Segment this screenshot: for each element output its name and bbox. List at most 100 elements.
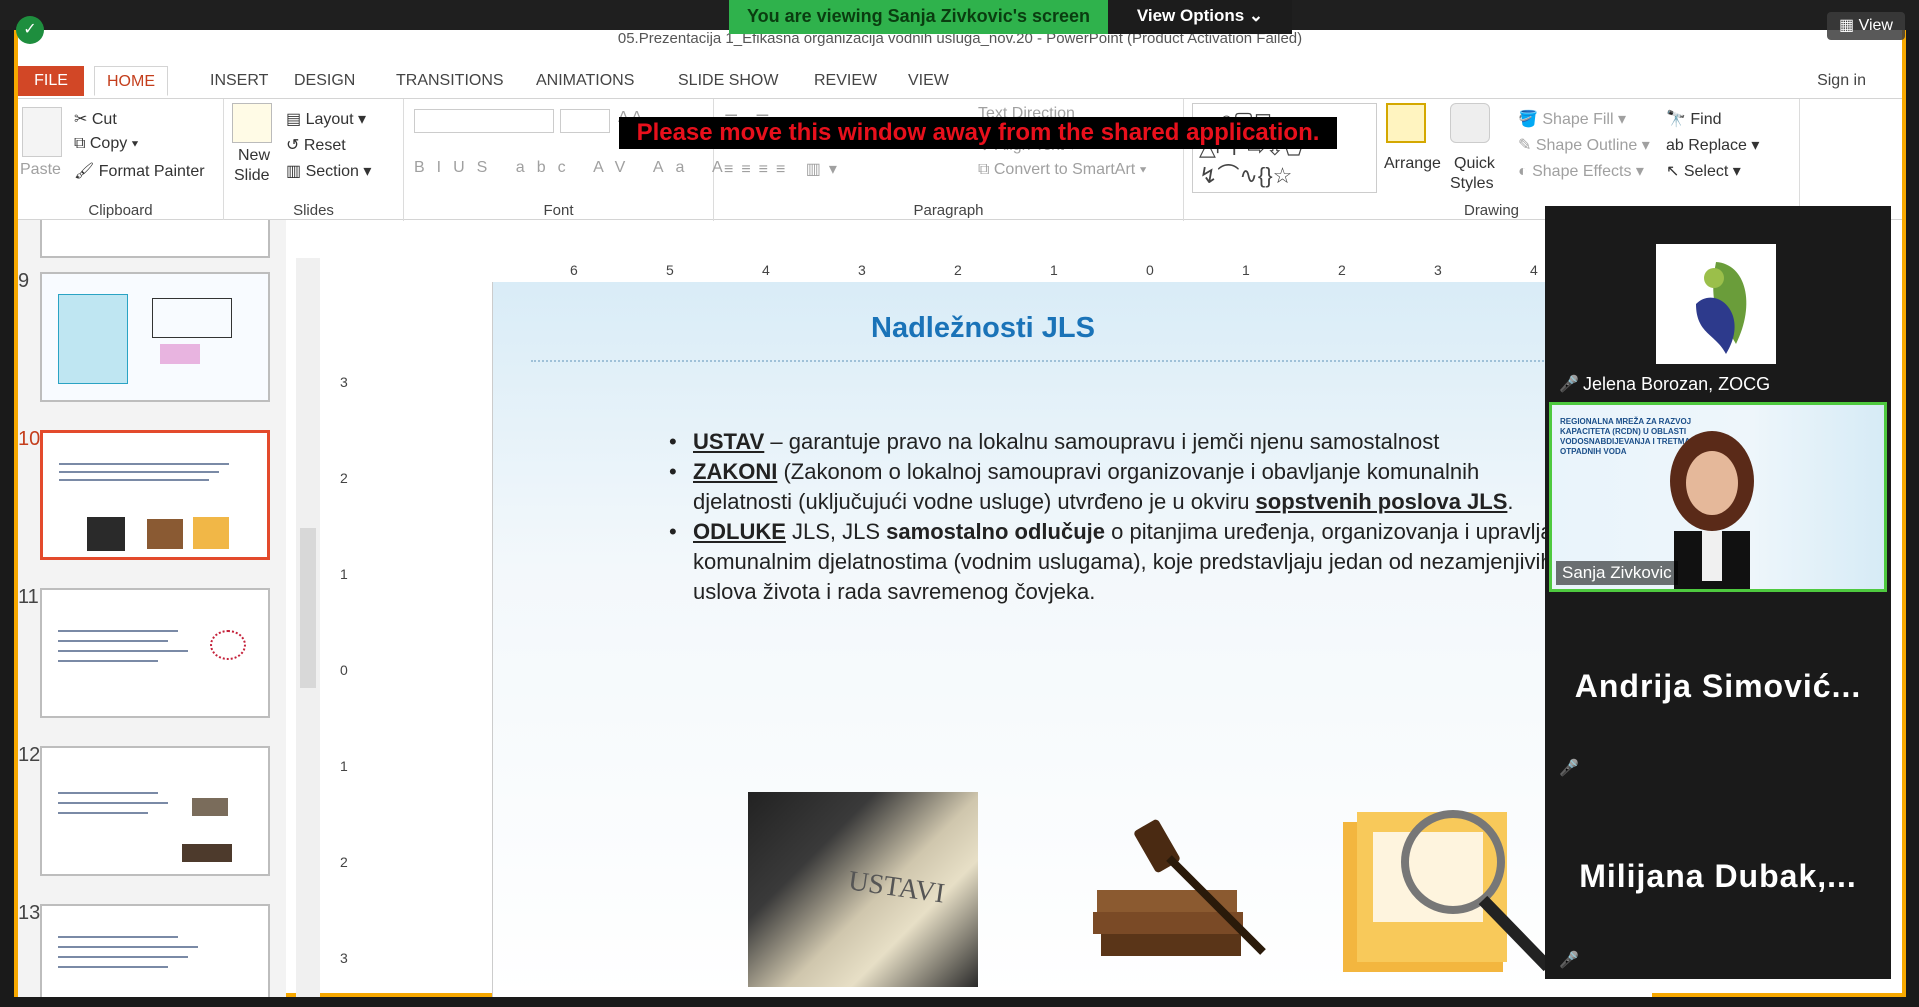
scissors-icon: ✂ <box>74 111 92 128</box>
scrollbar-thumb[interactable] <box>300 528 316 688</box>
cut-button[interactable]: ✂ Cut <box>74 109 117 129</box>
slide-thumbnail[interactable] <box>40 746 270 876</box>
reset-button[interactable]: ↺ Reset <box>286 135 346 155</box>
slide-thumbnail[interactable] <box>40 904 270 997</box>
participant-name: Jelena Borozan, ZOCG <box>1583 374 1771 394</box>
shape-outline-button[interactable]: ✎ Shape Outline ▾ <box>1518 135 1650 155</box>
horizontal-ruler: 6 5 4 3 2 1 0 1 2 3 4 <box>498 262 1588 282</box>
bullet-key: ODLUKE <box>693 519 786 544</box>
slide-canvas[interactable]: Nadležnosti JLS USTAV – garantuje pravo … <box>492 282 1652 997</box>
shape-effects-label: Shape Effects <box>1532 163 1632 180</box>
zocg-logo <box>1656 244 1776 364</box>
view-button[interactable]: ▦ View <box>1827 12 1905 40</box>
ruler-tick-label: 1 <box>340 566 348 582</box>
convert-smartart-label: Convert to SmartArt <box>993 161 1136 178</box>
paste-icon[interactable] <box>22 107 62 157</box>
shape-effects-button[interactable]: ◐ Shape Effects ▾ <box>1518 161 1644 181</box>
slide-thumbnail[interactable] <box>40 588 270 718</box>
ruler-tick-label: 6 <box>570 262 578 278</box>
quick-styles-label-1[interactable]: Quick <box>1454 155 1495 173</box>
section-label: Section <box>305 163 359 180</box>
new-slide-icon[interactable] <box>232 103 272 143</box>
select-button[interactable]: ↖ Select ▾ <box>1666 161 1741 181</box>
constitution-book-image: USTAVI <box>748 792 978 987</box>
paste-label[interactable]: Paste <box>20 161 61 179</box>
bullet-key: USTAV <box>693 429 765 454</box>
book-label: USTAVI <box>846 865 947 910</box>
find-button[interactable]: 🔭 Find <box>1666 109 1722 129</box>
replace-button[interactable]: ab Replace ▾ <box>1666 135 1759 155</box>
clipboard-label: Clipboard <box>88 202 153 219</box>
bullet-text: JLS, JLS <box>785 519 887 544</box>
section-button[interactable]: ▥ Section ▾ <box>286 161 371 181</box>
bullet-emphasis: samostalno odlučuje <box>886 519 1105 544</box>
effects-icon: ◐ <box>1518 163 1533 180</box>
tab-review[interactable]: REVIEW <box>802 66 889 96</box>
reset-label: Reset <box>303 137 346 154</box>
participant-name: Sanja Zivkovic <box>1556 561 1678 585</box>
layout-label: Layout <box>305 111 354 128</box>
active-speaker-video[interactable]: REGIONALNA MREŽA ZA RAZVOJ KAPACITETA (R… <box>1549 402 1887 592</box>
font-format-buttons[interactable]: BIUS abc AV Aa A <box>414 159 735 177</box>
slide-thumbnail[interactable] <box>40 220 270 258</box>
smartart-icon: ⧉ <box>978 161 994 178</box>
slide-thumbnail-selected[interactable] <box>40 430 270 560</box>
tab-slide-show[interactable]: SLIDE SHOW <box>666 66 790 96</box>
arrange-label[interactable]: Arrange <box>1384 155 1441 173</box>
slide-thumbnail[interactable] <box>40 272 270 402</box>
quick-styles-icon[interactable] <box>1450 103 1490 143</box>
select-label: Select <box>1683 163 1729 180</box>
ruler-tick-label: 1 <box>340 758 348 774</box>
participant-name: Andrija Simović... <box>1574 668 1862 704</box>
thumbnail-scrollbar[interactable] <box>296 258 320 997</box>
ruler-tick-label: 1 <box>1242 262 1250 278</box>
tab-home[interactable]: HOME <box>94 66 168 96</box>
tab-design[interactable]: DESIGN <box>282 66 367 96</box>
view-options-button[interactable]: View Options ⌄ <box>1108 0 1292 34</box>
convert-smartart-button[interactable]: ⧉ Convert to SmartArt ▾ <box>978 161 1146 179</box>
slide-title: Nadležnosti JLS <box>871 312 1095 344</box>
bullet-text: . <box>1507 489 1514 514</box>
ruler-tick-label: 4 <box>1530 262 1538 278</box>
slide-number: 10 <box>18 428 41 450</box>
slides-group: New Slide ▤ Layout ▾ ↺ Reset ▥ Section ▾… <box>224 99 404 221</box>
muted-mic-icon: 🎤 <box>1559 952 1579 969</box>
vertical-ruler: 3 2 1 0 1 2 3 <box>336 314 356 997</box>
layout-button[interactable]: ▤ Layout ▾ <box>286 109 366 129</box>
sign-in-link[interactable]: Sign in <box>1817 66 1866 96</box>
brush-icon: 🖌 <box>74 163 99 180</box>
ruler-tick-label: 3 <box>858 262 866 278</box>
tab-view[interactable]: VIEW <box>896 66 961 96</box>
shape-fill-label: Shape Fill <box>1542 111 1614 128</box>
format-painter-button[interactable]: 🖌 Format Painter <box>74 161 205 181</box>
view-button-label: View <box>1858 17 1893 34</box>
shape-outline-label: Shape Outline <box>1535 137 1638 154</box>
shield-check-icon[interactable]: ✓ <box>16 16 44 44</box>
bullet-text: – garantuje pravo na lokalnu samoupravu … <box>764 429 1440 454</box>
section-icon: ▥ <box>286 163 306 180</box>
replace-icon: ab <box>1666 137 1689 154</box>
tab-file[interactable]: FILE <box>18 66 84 96</box>
tab-insert[interactable]: INSERT <box>198 66 280 96</box>
align-buttons[interactable]: ≡≡≡≡ ▥▾ <box>724 159 845 179</box>
ruler-tick-label: 3 <box>340 374 348 390</box>
new-slide-label-1[interactable]: New <box>238 147 270 165</box>
ruler-tick-label: 0 <box>1146 262 1154 278</box>
copy-button[interactable]: ⧉ Copy ▾ <box>74 135 138 153</box>
font-family-dropdown[interactable] <box>414 109 554 133</box>
tab-animations[interactable]: ANIMATIONS <box>524 66 646 96</box>
replace-label: Replace <box>1688 137 1747 154</box>
slide-number: 9 <box>18 270 30 292</box>
shape-fill-button[interactable]: 🪣 Shape Fill ▾ <box>1518 109 1626 129</box>
new-slide-label-2[interactable]: Slide <box>234 167 270 185</box>
quick-styles-label-2[interactable]: Styles <box>1450 175 1494 193</box>
arrange-icon[interactable] <box>1386 103 1426 143</box>
ruler-tick-label: 2 <box>954 262 962 278</box>
slide-thumbnails-pane: 9 10 11 12 13 <box>18 220 286 997</box>
bullet-zakoni: ZAKONI (Zakonom o lokalnoj samoupravi or… <box>669 457 1583 517</box>
ruler-tick-label: 3 <box>1434 262 1442 278</box>
tab-transitions[interactable]: TRANSITIONS <box>384 66 516 96</box>
font-size-dropdown[interactable] <box>560 109 610 133</box>
font-label: Font <box>543 202 574 219</box>
participants-panel: 🎤 Jelena Borozan, ZOCG REGIONALNA MREŽA … <box>1545 206 1891 979</box>
